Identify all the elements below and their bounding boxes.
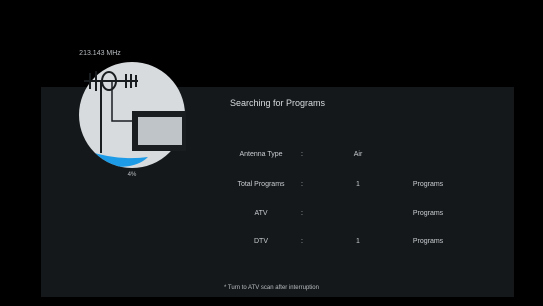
- row-unit: Programs: [412, 181, 444, 188]
- antenna-type-row: Antenna Type : Air: [0, 151, 543, 163]
- row-unit: Programs: [412, 210, 444, 217]
- row-colon: :: [301, 151, 303, 158]
- row-label: Antenna Type: [239, 151, 283, 158]
- row-colon: :: [301, 210, 303, 217]
- footer-note: * Turn to ATV scan after interruption: [224, 285, 319, 291]
- dtv-row: DTV : 1 Programs: [0, 238, 543, 250]
- row-label: ATV: [254, 210, 268, 217]
- row-label: Total Programs: [237, 181, 285, 188]
- row-label: DTV: [254, 238, 268, 245]
- total-programs-row: Total Programs : 1 Programs: [0, 181, 543, 193]
- row-value: Air: [353, 151, 363, 158]
- row-colon: :: [301, 181, 303, 188]
- row-colon: :: [301, 238, 303, 245]
- progress-percent: 4%: [127, 172, 137, 178]
- row-unit: Programs: [412, 238, 444, 245]
- row-value: 1: [356, 238, 360, 245]
- frequency-readout: 213.143 MHz: [79, 50, 121, 57]
- row-value: 1: [356, 181, 360, 188]
- atv-row: ATV : Programs: [0, 210, 543, 222]
